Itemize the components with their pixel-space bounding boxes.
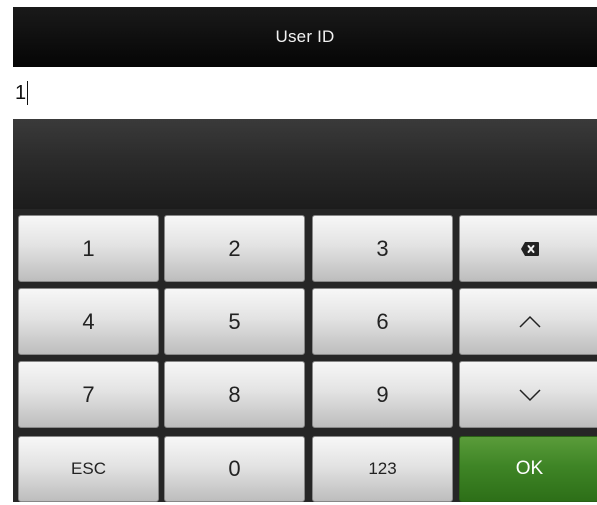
key-7[interactable]: 7 [18, 361, 159, 428]
key-6[interactable]: 6 [312, 288, 453, 355]
chevron-up-icon [518, 315, 542, 329]
chevron-down-icon [518, 388, 542, 402]
text-caret [27, 81, 29, 105]
title-bar: User ID [13, 7, 597, 67]
key-0[interactable]: 0 [164, 436, 305, 502]
page-title: User ID [275, 27, 335, 46]
keypad-top-panel [13, 119, 597, 209]
ok-button[interactable]: OK [459, 436, 597, 502]
user-id-dialog: User ID 1 1 2 3 4 5 6 7 8 9 ESC 0 123 OK [13, 7, 597, 502]
key-8[interactable]: 8 [164, 361, 305, 428]
key-5[interactable]: 5 [164, 288, 305, 355]
esc-button[interactable]: ESC [18, 436, 159, 502]
input-value: 1 [15, 81, 27, 104]
key-2[interactable]: 2 [164, 215, 305, 282]
backspace-icon [520, 241, 540, 257]
up-button[interactable] [459, 288, 597, 355]
input-mode-button[interactable]: 123 [312, 436, 453, 502]
key-1[interactable]: 1 [18, 215, 159, 282]
key-9[interactable]: 9 [312, 361, 453, 428]
numeric-keypad: 1 2 3 4 5 6 7 8 9 ESC 0 123 OK [13, 209, 597, 502]
down-button[interactable] [459, 361, 597, 428]
backspace-button[interactable] [459, 215, 597, 282]
user-id-input[interactable]: 1 [13, 67, 597, 119]
key-3[interactable]: 3 [312, 215, 453, 282]
key-4[interactable]: 4 [18, 288, 159, 355]
